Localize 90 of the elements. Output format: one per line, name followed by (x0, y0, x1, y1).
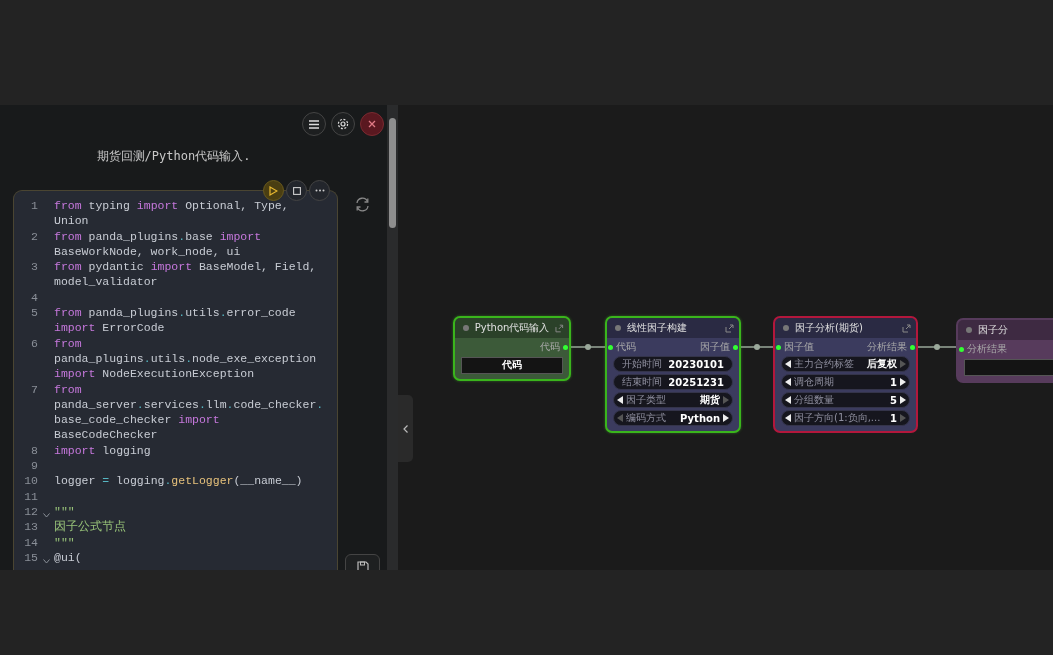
port-dot[interactable] (563, 344, 568, 350)
port-label: 分析结果 (967, 342, 1007, 356)
code-line: 因子公式节点 (54, 519, 127, 535)
line-number: 8 (30, 442, 38, 459)
arrow-left-icon[interactable] (785, 378, 791, 386)
status-dot (783, 325, 789, 331)
line-number: 12 (23, 503, 38, 520)
port-label: 因子值 (784, 340, 814, 354)
line-number: 3 (30, 259, 38, 276)
menu-button[interactable] (302, 112, 326, 136)
port-dot[interactable] (733, 344, 738, 350)
refresh-icon[interactable] (355, 197, 370, 212)
code-line: @ui( (54, 549, 83, 566)
port-dot[interactable] (910, 344, 915, 350)
close-icon (368, 120, 376, 128)
node-title: 因子分析(期货) (795, 321, 864, 335)
link-line (570, 344, 606, 350)
code-line: from pydantic import BaseModel, Field, model_validator (54, 259, 318, 290)
line-number: 4 (30, 289, 38, 306)
node-title: 因子分 (978, 323, 1009, 337)
code-line: import logging (54, 442, 152, 459)
link-line (740, 344, 774, 350)
line-number: 9 (30, 458, 38, 474)
port-dot[interactable] (608, 344, 613, 350)
port-label: 代码 (616, 340, 636, 354)
port-dot[interactable] (959, 346, 964, 352)
combo-widget[interactable]: 分组数量 5 (781, 392, 910, 408)
line-number: 1 (30, 198, 38, 214)
line-number: 7 (30, 381, 38, 398)
settings-icon (337, 118, 349, 130)
settings-button[interactable] (331, 112, 355, 136)
run-button[interactable] (263, 180, 284, 201)
graph-node[interactable]: Python代码输入 代码 代码 (453, 316, 571, 381)
combo-widget[interactable]: 编码方式 Python (613, 410, 733, 426)
combo-widget[interactable]: 主力合约标签 后复权 (781, 356, 910, 372)
arrow-left-icon[interactable] (785, 396, 791, 404)
code-line: """ (54, 503, 76, 520)
link-line (917, 344, 957, 350)
line-number: 11 (23, 488, 38, 504)
node-title: Python代码输入 (474, 321, 550, 335)
graph-node[interactable]: 因子分 分析结果 (956, 318, 1053, 383)
resize-icon[interactable] (902, 323, 911, 333)
code-line: """ (54, 534, 76, 550)
graph-node[interactable]: 线性因子构建 代码 因子值 开始时间 20230101 结束时间 20251231 因子类型 期货 编码方式 Python (605, 316, 741, 433)
port-label: 因子值 (700, 340, 730, 354)
line-number: 2 (30, 228, 38, 245)
value-field[interactable]: 开始时间 20230101 (613, 356, 733, 372)
resize-icon[interactable] (555, 323, 564, 333)
combo-widget[interactable]: 调仓周期 1 (781, 374, 910, 390)
port-label: 分析结果 (867, 340, 907, 354)
combo-widget[interactable]: 因子类型 期货 (613, 392, 733, 408)
code-line: from panda_plugins.utils.error_code import ErrorCode (54, 305, 297, 336)
code-line: logger = logging.getLogger(__name__) (54, 473, 304, 489)
play-icon (269, 185, 278, 196)
arrow-left-icon[interactable] (785, 414, 791, 422)
line-number: 13 (23, 519, 38, 535)
status-dot (615, 325, 621, 331)
chevron-left-icon (403, 424, 408, 433)
stop-icon (292, 186, 301, 195)
arrow-left-icon[interactable] (617, 396, 623, 404)
stop-button[interactable] (286, 180, 307, 201)
port-label: 代码 (540, 340, 560, 354)
port-dot[interactable] (776, 344, 781, 350)
panel-title: 期货回测/Python代码输入. (95, 148, 252, 165)
status-dot (463, 325, 469, 331)
line-number: 5 (30, 305, 38, 322)
line-number: 6 (30, 335, 38, 352)
text-field[interactable]: 代码 (461, 357, 563, 374)
code-line: from panda_plugins.utils.node_exe_exception import NodeExecutionException (54, 335, 318, 382)
combo-widget[interactable]: 因子方向(1:负向,... 1 (781, 410, 910, 426)
close-button[interactable] (360, 112, 384, 136)
more-icon (314, 189, 325, 192)
line-number: 15 (23, 549, 38, 566)
save-icon (356, 561, 369, 570)
value-field[interactable]: 结束时间 20251231 (613, 374, 733, 390)
line-number: 10 (23, 473, 38, 489)
graph-node[interactable]: 因子分析(期货) 因子值 分析结果 主力合约标签 后复权 调仓周期 1 分组数量 5 因子方向(1:负向,... 1 (773, 316, 918, 433)
arrow-right-icon[interactable] (900, 378, 906, 386)
node-title: 线性因子构建 (627, 321, 688, 335)
menu-icon (309, 119, 319, 129)
arrow-right-icon[interactable] (723, 414, 729, 422)
chevron-down-icon[interactable] (42, 513, 50, 519)
scrollbar-thumb[interactable] (389, 118, 396, 228)
resize-icon[interactable] (725, 323, 734, 333)
status-dot (966, 327, 972, 333)
line-number: 14 (23, 534, 38, 550)
arrow-right-icon[interactable] (900, 396, 906, 404)
arrow-left-icon[interactable] (785, 360, 791, 368)
collapse-handle[interactable] (398, 395, 413, 462)
chevron-down-icon[interactable] (42, 559, 50, 565)
